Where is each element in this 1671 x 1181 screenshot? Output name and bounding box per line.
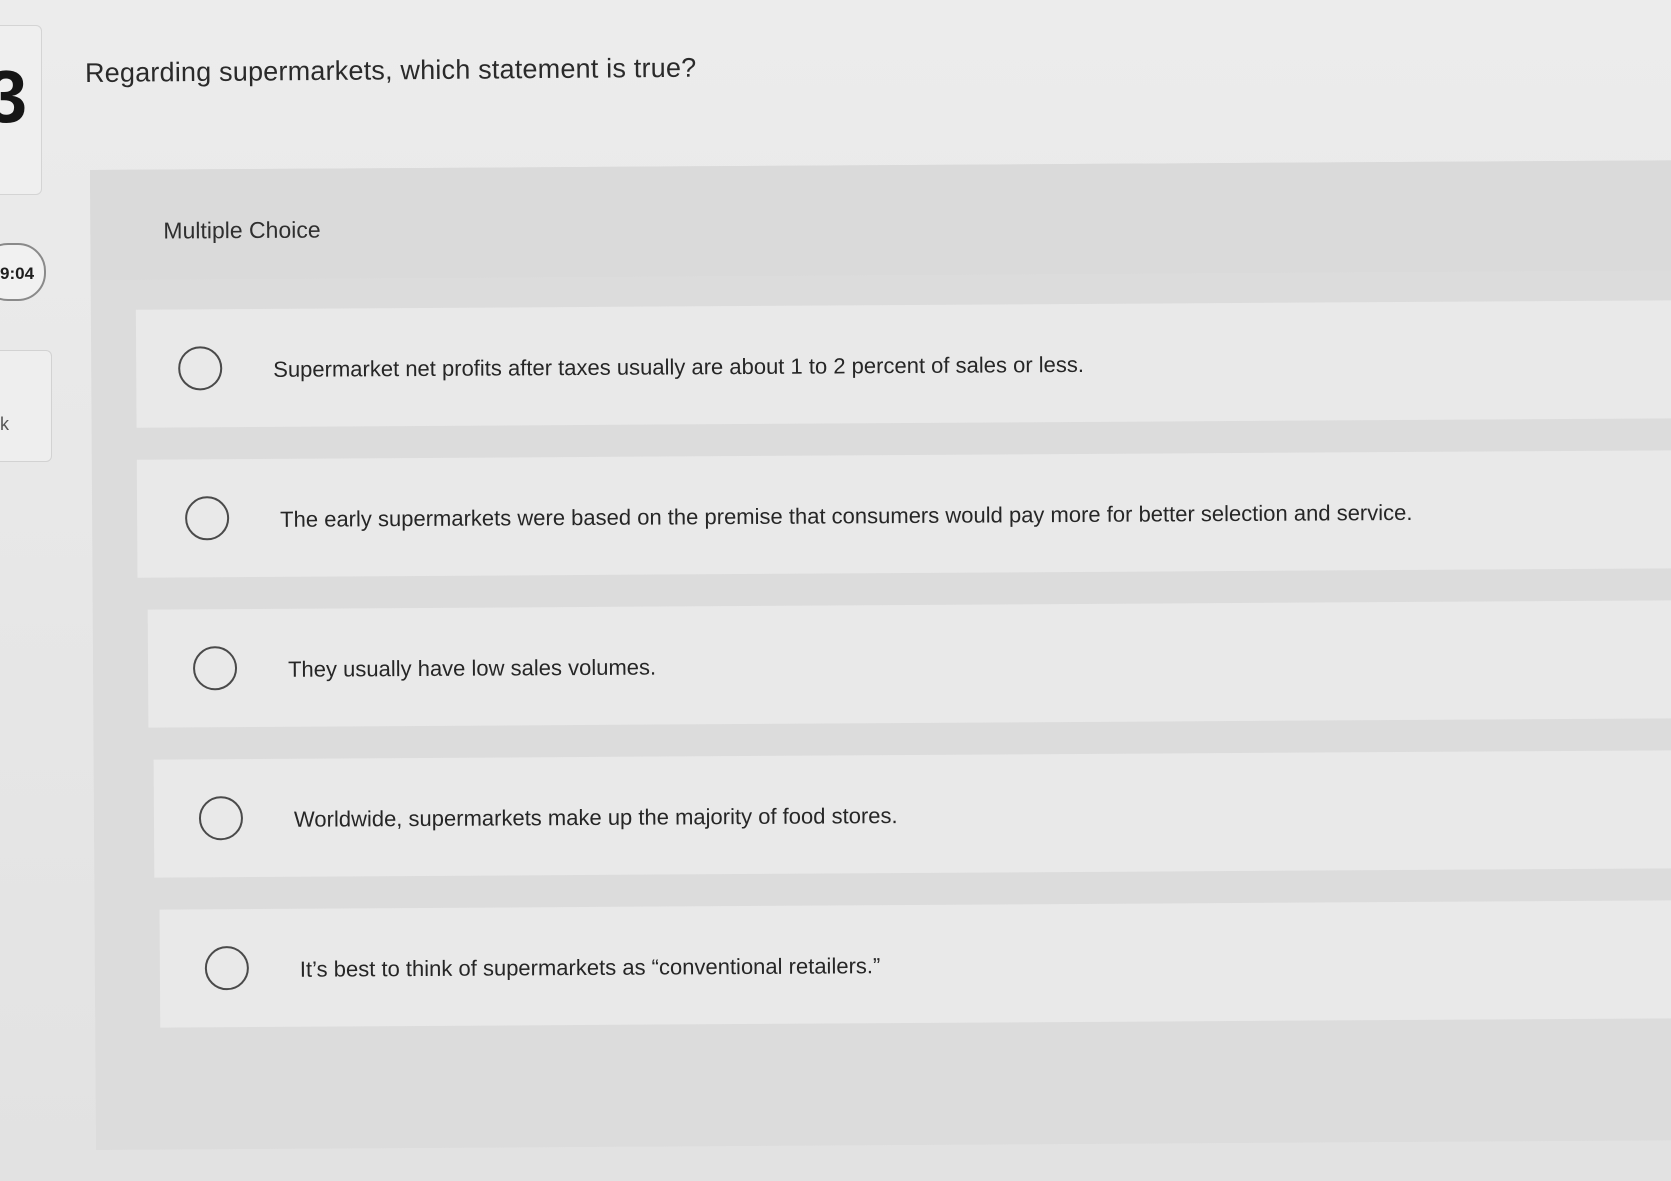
answer-option-label: Worldwide, supermarkets make up the majo… xyxy=(293,803,898,832)
radio-button[interactable] xyxy=(198,796,244,841)
radio-button[interactable] xyxy=(204,946,250,991)
timer-text: 9:04 xyxy=(0,264,35,283)
answer-option-2[interactable]: The early supermarkets were based on the… xyxy=(136,450,1671,578)
answer-option-label: It’s best to think of supermarkets as “c… xyxy=(299,953,881,982)
answer-option-label: Supermarket net profits after taxes usua… xyxy=(273,351,1085,382)
answer-option-label: The early supermarkets were based on the… xyxy=(280,499,1413,532)
multiple-choice-panel: Multiple Choice Supermarket net profits … xyxy=(90,160,1671,1150)
answer-option-label: They usually have low sales volumes. xyxy=(287,654,657,682)
sidebar-button[interactable] xyxy=(0,350,52,462)
question-type-label: Multiple Choice xyxy=(163,216,321,244)
radio-button[interactable] xyxy=(178,346,223,391)
answer-option-4[interactable]: Worldwide, supermarkets make up the majo… xyxy=(153,750,1671,878)
answer-option-5[interactable]: It’s best to think of supermarkets as “c… xyxy=(159,900,1671,1028)
radio-button[interactable] xyxy=(184,496,230,541)
panel-header xyxy=(90,160,1671,280)
sidebar-button-label: k xyxy=(0,414,9,434)
answer-option-3[interactable]: They usually have low sales volumes. xyxy=(147,600,1671,728)
question-text: Regarding supermarkets, which statement … xyxy=(84,52,697,88)
answer-option-1[interactable]: Supermarket net profits after taxes usua… xyxy=(135,300,1671,428)
radio-button[interactable] xyxy=(192,646,238,691)
question-number: 3 xyxy=(0,55,28,138)
